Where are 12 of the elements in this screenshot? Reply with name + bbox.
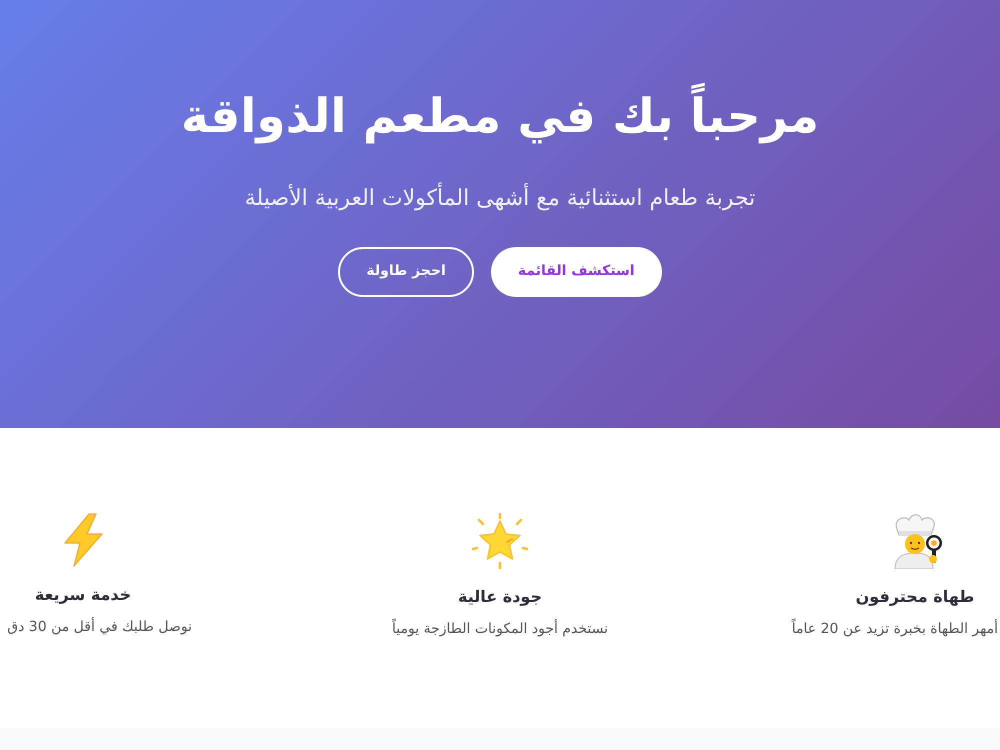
feature-description: أمهر الطهاة بخبرة تزيد عن 20 عاماً bbox=[775, 619, 1000, 640]
hero-subtitle: تجربة طعام استثنائية مع أشهى المأكولات العربية الأصيلة bbox=[244, 182, 756, 215]
feature-title: طهاة محترفون bbox=[856, 586, 974, 608]
book-table-button[interactable]: احجز طاولة bbox=[338, 246, 474, 297]
feature-description: نوصل طلبك في أقل من 30 دق bbox=[6, 617, 193, 637]
explore-menu-button[interactable]: استكشف القائمة bbox=[490, 246, 662, 297]
star-icon bbox=[471, 513, 529, 569]
feature-description: نستخدم أجود المكونات الطازجة يومياً bbox=[380, 619, 620, 640]
hero-title: مرحباً بك في مطعم الذواقة bbox=[181, 78, 820, 156]
lightning-icon bbox=[62, 513, 104, 567]
feature-title: جودة عالية bbox=[458, 586, 542, 608]
feature-title: خدمة سريعة bbox=[34, 584, 132, 606]
